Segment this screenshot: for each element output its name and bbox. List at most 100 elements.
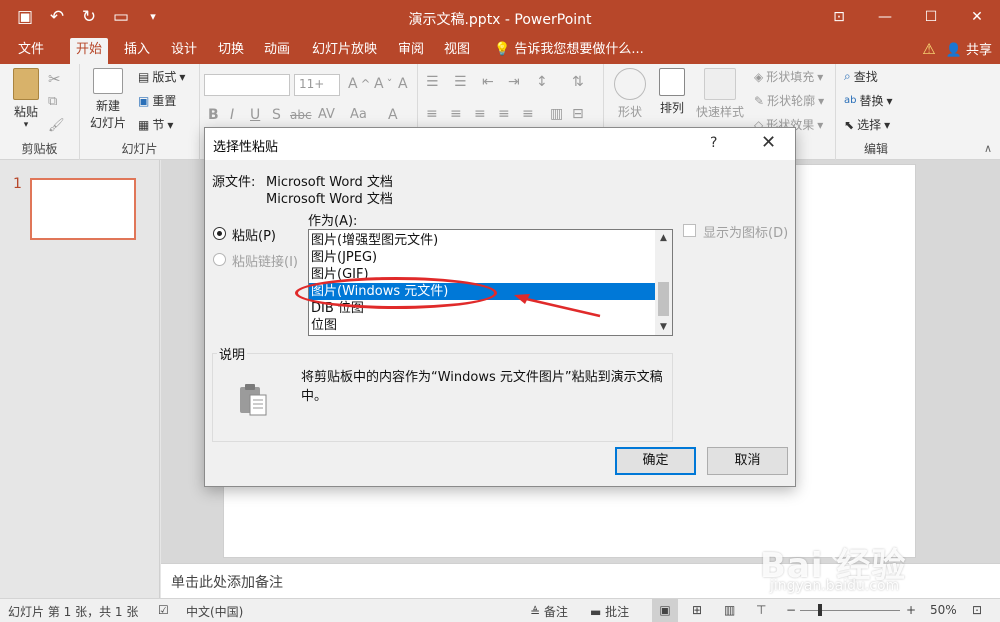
share-button[interactable]: 👤 共享 <box>946 39 992 58</box>
tab-transitions[interactable]: 切换 <box>212 38 250 64</box>
cancel-button[interactable]: 取消 <box>707 447 788 475</box>
numbering-icon[interactable]: ☰ <box>454 74 467 90</box>
text-direction-icon[interactable]: ⇅ <box>572 74 584 90</box>
tab-slideshow[interactable]: 幻灯片放映 <box>306 38 383 64</box>
underline-icon[interactable]: U <box>250 107 260 123</box>
list-item[interactable]: 图片(JPEG) <box>309 249 656 266</box>
tell-me-box[interactable]: 💡 告诉我您想要做什么... <box>488 38 650 64</box>
arrange-icon <box>659 68 685 96</box>
listbox-scrollbar[interactable]: ▲ ▼ <box>655 230 672 335</box>
tab-design[interactable]: 设计 <box>165 38 203 64</box>
scroll-down-icon[interactable]: ▼ <box>655 319 672 335</box>
layout-button[interactable]: ▤ 版式 ▾ <box>138 68 185 85</box>
comments-toggle[interactable]: ▬ 批注 <box>590 603 629 620</box>
font-color-icon[interactable]: A <box>388 107 398 123</box>
source-label: 源文件: <box>212 175 256 190</box>
arrange-button[interactable]: 排列 <box>652 68 692 116</box>
replace-icon: ab <box>844 95 857 106</box>
align-left-icon[interactable]: ≡ <box>426 106 438 122</box>
new-slide-icon <box>93 68 123 94</box>
zoom-level[interactable]: 50% <box>930 603 957 617</box>
distribute-icon[interactable]: ≡ <box>522 106 534 122</box>
notes-toggle[interactable]: ≜ 备注 <box>530 603 568 620</box>
reset-label: 重置 <box>152 94 177 108</box>
tab-insert[interactable]: 插入 <box>118 38 156 64</box>
paste-link-radio-label[interactable]: 粘贴链接(I) <box>232 251 298 270</box>
paste-radio[interactable] <box>213 227 226 240</box>
reset-button[interactable]: ▣ 重置 <box>138 92 176 109</box>
collapse-ribbon-icon[interactable]: ∧ <box>984 142 992 155</box>
paste-link-radio[interactable] <box>213 253 226 266</box>
slide-number: 1 <box>13 176 22 192</box>
shapes-button[interactable]: 形状 <box>608 68 652 120</box>
slide-sorter-icon[interactable]: ⊞ <box>692 603 702 617</box>
copy-icon[interactable]: ⧉ <box>48 94 57 109</box>
display-as-icon-label[interactable]: 显示为图标(D) <box>703 222 788 241</box>
slide-thumbnail[interactable] <box>30 178 136 240</box>
tab-file[interactable]: 文件 <box>12 38 50 64</box>
dialog-close-button[interactable]: ✕ <box>761 132 776 153</box>
font-size-input[interactable]: 11+ <box>294 74 340 96</box>
paste-button[interactable]: 粘贴 ▾ <box>6 68 46 130</box>
columns-icon[interactable]: ▥ <box>550 106 563 122</box>
italic-icon[interactable]: I <box>230 107 234 123</box>
paste-radio-label[interactable]: 粘贴(P) <box>232 225 276 244</box>
align-text-icon[interactable]: ⊟ <box>572 106 584 122</box>
scroll-up-icon[interactable]: ▲ <box>655 230 672 246</box>
fit-slide-icon[interactable]: ⊡ <box>972 603 982 617</box>
ribbon-display-icon[interactable]: ⊡ <box>816 0 862 34</box>
shrink-font-icon[interactable]: Aˇ <box>374 76 392 92</box>
list-item[interactable]: 位图 <box>309 317 656 334</box>
change-case-icon[interactable]: Aa <box>350 107 367 122</box>
clipboard-group-label: 剪贴板 <box>21 142 58 156</box>
select-button[interactable]: ⬉ 选择 ▾ <box>844 116 890 133</box>
shapes-icon <box>614 68 646 100</box>
ok-button[interactable]: 确定 <box>615 447 696 475</box>
cut-icon[interactable]: ✂ <box>48 70 61 88</box>
align-center-icon[interactable]: ≡ <box>450 106 462 122</box>
list-item[interactable]: 图片(增强型图元文件) <box>309 232 656 249</box>
section-button[interactable]: ▦ 节 ▾ <box>138 116 173 133</box>
replace-button[interactable]: ab 替换 ▾ <box>844 92 893 109</box>
align-right-icon[interactable]: ≡ <box>474 106 486 122</box>
quick-styles-button[interactable]: 快速样式 <box>690 68 750 120</box>
section-label: 节 <box>152 118 165 132</box>
display-as-icon-checkbox[interactable] <box>683 224 696 237</box>
close-icon[interactable]: ✕ <box>954 0 1000 34</box>
reading-view-icon[interactable]: ▥ <box>724 603 735 617</box>
slideshow-icon[interactable]: ⊤ <box>756 603 766 617</box>
decrease-indent-icon[interactable]: ⇤ <box>482 74 494 90</box>
strikethrough-icon[interactable]: abc <box>290 108 312 122</box>
shadow-icon[interactable]: S <box>272 107 281 123</box>
language-label[interactable]: 中文(中国) <box>186 603 243 620</box>
minimize-icon[interactable]: — <box>862 0 908 34</box>
zoom-slider-thumb[interactable] <box>818 604 822 616</box>
slides-group: 新建 幻灯片 ▤ 版式 ▾ ▣ 重置 ▦ 节 ▾ 幻灯片 <box>80 64 200 160</box>
grow-font-icon[interactable]: A ^ <box>348 76 370 92</box>
normal-view-icon[interactable]: ▣ <box>652 599 678 622</box>
char-spacing-icon[interactable]: AV <box>318 107 335 122</box>
line-spacing-icon[interactable]: ↕ <box>536 74 548 90</box>
new-slide-button[interactable]: 新建 幻灯片 <box>84 68 132 131</box>
tab-review[interactable]: 审阅 <box>392 38 430 64</box>
spellcheck-icon[interactable]: ☑ <box>158 603 169 617</box>
tab-animations[interactable]: 动画 <box>258 38 296 64</box>
font-name-input[interactable] <box>204 74 290 96</box>
zoom-slider[interactable] <box>800 610 900 611</box>
bullets-icon[interactable]: ☰ <box>426 74 439 90</box>
tab-view[interactable]: 视图 <box>438 38 476 64</box>
scroll-thumb[interactable] <box>658 282 669 316</box>
justify-icon[interactable]: ≡ <box>498 106 510 122</box>
help-button[interactable]: ? <box>710 135 717 151</box>
find-button[interactable]: ⌕ 查找 <box>844 68 878 85</box>
shape-outline-button[interactable]: ✎ 形状轮廓 ▾ <box>754 92 824 109</box>
increase-indent-icon[interactable]: ⇥ <box>508 74 520 90</box>
shape-fill-button[interactable]: ◈ 形状填充 ▾ <box>754 68 823 85</box>
bold-icon[interactable]: B <box>208 107 219 123</box>
zoom-out-icon[interactable]: − <box>786 603 796 617</box>
tab-home[interactable]: 开始 <box>70 38 109 64</box>
maximize-icon[interactable]: ☐ <box>908 0 954 34</box>
format-painter-icon[interactable]: 🖌 <box>48 118 65 133</box>
zoom-in-icon[interactable]: + <box>906 603 916 617</box>
clear-format-icon[interactable]: A <box>398 76 408 92</box>
